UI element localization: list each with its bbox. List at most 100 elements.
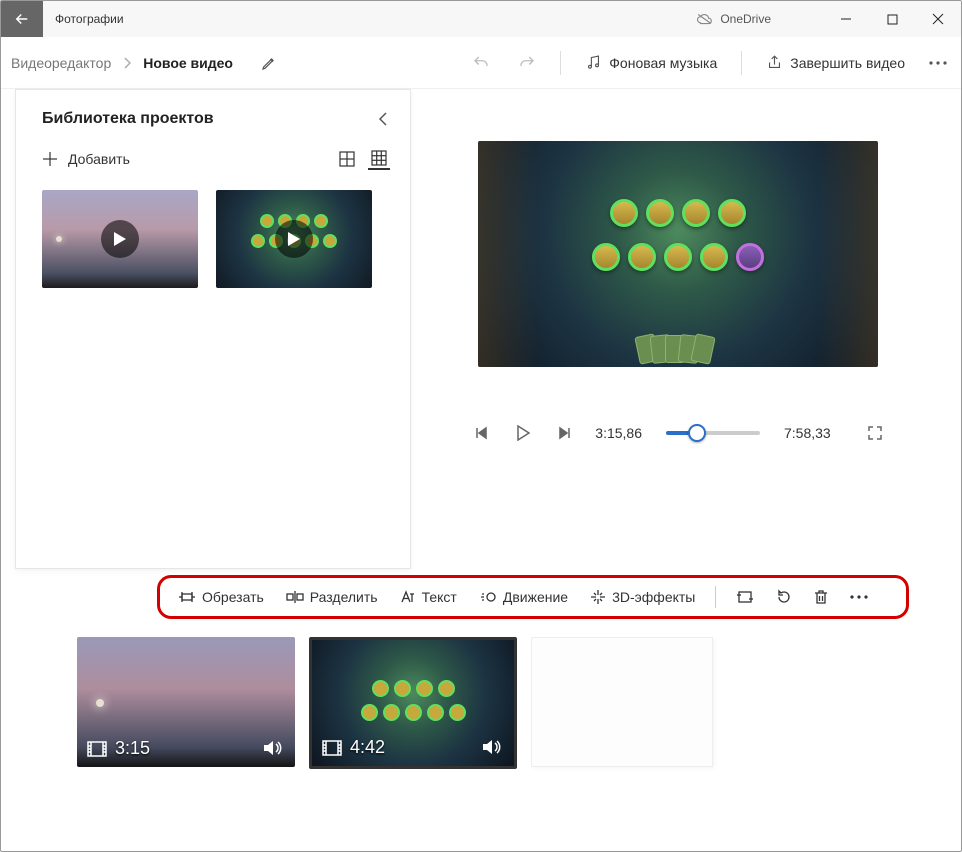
speaker-icon: [263, 739, 283, 757]
finish-video-button[interactable]: Завершить видео: [758, 49, 913, 76]
window-controls: [823, 1, 961, 37]
clip-edit-toolbar: Обрезать Разделить Текст Движение 3D-эфф…: [157, 575, 909, 619]
close-button[interactable]: [915, 1, 961, 37]
fullscreen-button[interactable]: [863, 421, 887, 445]
step-forward-icon: [558, 426, 572, 440]
view-small-button[interactable]: [368, 148, 390, 170]
maximize-button[interactable]: [869, 1, 915, 37]
redo-icon: [518, 54, 536, 72]
titlebar: Фотографии OneDrive: [1, 1, 961, 37]
play-icon: [516, 425, 530, 441]
3d-effects-label: 3D-эффекты: [612, 589, 695, 605]
expand-icon: [867, 425, 883, 441]
more-clip-button[interactable]: [844, 591, 874, 603]
3d-effects-button[interactable]: 3D-эффекты: [584, 585, 701, 609]
trim-icon: [178, 590, 196, 604]
film-icon: [322, 740, 342, 756]
undo-icon: [472, 54, 490, 72]
motion-label: Движение: [503, 589, 568, 605]
play-icon: [113, 231, 127, 247]
next-frame-button[interactable]: [553, 421, 577, 445]
clip-volume-button[interactable]: [263, 739, 283, 757]
current-time: 3:15,86: [595, 425, 642, 441]
play-button[interactable]: [511, 421, 535, 445]
collapse-library-button[interactable]: [378, 111, 388, 127]
onedrive-label: OneDrive: [720, 12, 771, 26]
split-label: Разделить: [310, 589, 378, 605]
grid-large-icon: [339, 151, 355, 167]
library-panel: Библиотека проектов Добавить: [15, 89, 411, 569]
app-name: Фотографии: [55, 12, 124, 26]
redo-button[interactable]: [510, 49, 544, 77]
music-label: Фоновая музыка: [609, 55, 717, 71]
arrow-left-icon: [13, 10, 31, 28]
play-overlay: [275, 220, 313, 258]
command-bar: Видеоредактор Новое видео Фоновая музыка…: [1, 37, 961, 89]
maximize-icon: [887, 14, 898, 25]
project-title[interactable]: Новое видео: [143, 55, 233, 71]
divider: [560, 51, 561, 75]
main-area: Библиотека проектов Добавить: [1, 89, 961, 569]
speaker-icon: [482, 738, 502, 756]
undo-button[interactable]: [464, 49, 498, 77]
text-button[interactable]: Текст: [394, 585, 463, 609]
video-preview[interactable]: [478, 141, 878, 367]
player-controls: 3:15,86 7:58,33: [427, 421, 929, 445]
clip-duration: 4:42: [350, 737, 385, 758]
minimize-icon: [840, 13, 852, 25]
back-button[interactable]: [1, 1, 43, 37]
export-icon: [766, 54, 783, 71]
film-icon: [87, 741, 107, 757]
rename-button[interactable]: [253, 50, 285, 76]
trim-label: Обрезать: [202, 589, 264, 605]
sparkle-icon: [590, 589, 606, 605]
prev-frame-button[interactable]: [469, 421, 493, 445]
play-icon: [287, 231, 301, 247]
chevron-left-icon: [378, 111, 388, 127]
delete-button[interactable]: [808, 585, 834, 609]
storyboard-clip[interactable]: 3:15: [77, 637, 295, 767]
trim-button[interactable]: Обрезать: [172, 585, 270, 609]
resize-button[interactable]: [730, 586, 760, 608]
text-icon: [400, 590, 416, 604]
divider: [741, 51, 742, 75]
play-overlay: [101, 220, 139, 258]
rotate-icon: [776, 589, 792, 605]
more-button[interactable]: [925, 56, 951, 70]
more-icon: [929, 61, 947, 65]
split-button[interactable]: Разделить: [280, 585, 384, 609]
seek-slider[interactable]: [666, 431, 760, 435]
library-item[interactable]: [42, 190, 198, 288]
more-icon: [850, 595, 868, 599]
app-window: Фотографии OneDrive Видеоредактор Новое …: [0, 0, 962, 852]
motion-button[interactable]: Движение: [473, 585, 574, 609]
music-icon: [585, 54, 602, 71]
add-label: Добавить: [68, 151, 130, 167]
library-item[interactable]: [216, 190, 372, 288]
slider-knob[interactable]: [688, 424, 706, 442]
storyboard-clip-selected[interactable]: 4:42: [309, 637, 517, 769]
motion-icon: [479, 590, 497, 604]
close-icon: [932, 13, 944, 25]
clip-volume-button[interactable]: [482, 738, 502, 756]
edit-toolbar-highlight: Обрезать Разделить Текст Движение 3D-эфф…: [157, 575, 909, 619]
storyboard: 3:15 4:42: [1, 619, 961, 769]
add-media-button[interactable]: Добавить: [42, 151, 130, 167]
crop-icon: [736, 590, 754, 604]
cloud-off-icon: [696, 12, 714, 26]
divider: [715, 586, 716, 608]
finish-label: Завершить видео: [790, 55, 905, 71]
total-time: 7:58,33: [784, 425, 831, 441]
clip-duration: 3:15: [115, 738, 150, 759]
storyboard-empty-slot[interactable]: [531, 637, 713, 767]
view-large-button[interactable]: [336, 148, 358, 170]
pencil-icon: [261, 55, 277, 71]
chevron-right-icon: [123, 57, 131, 69]
library-title: Библиотека проектов: [42, 110, 214, 128]
onedrive-status[interactable]: OneDrive: [696, 12, 771, 26]
rotate-button[interactable]: [770, 585, 798, 609]
background-music-button[interactable]: Фоновая музыка: [577, 49, 725, 76]
minimize-button[interactable]: [823, 1, 869, 37]
breadcrumb-root[interactable]: Видеоредактор: [11, 55, 111, 71]
trash-icon: [814, 589, 828, 605]
